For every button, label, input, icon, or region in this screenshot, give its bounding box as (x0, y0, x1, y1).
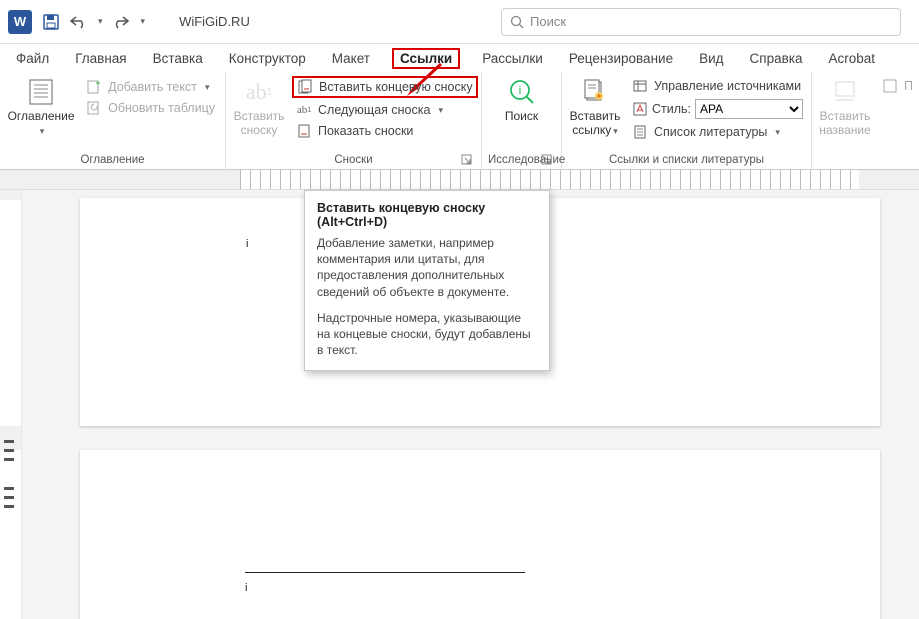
add-text-icon (86, 79, 102, 95)
page-break-indicator (4, 440, 14, 508)
vertical-ruler[interactable] (0, 190, 22, 619)
manage-sources-button[interactable]: Управление источниками (628, 77, 807, 95)
show-notes-button[interactable]: Показать сноски (292, 122, 478, 140)
dialog-launcher-icon[interactable] (541, 154, 553, 166)
group-label-captions (818, 152, 906, 169)
tab-home[interactable]: Главная (71, 49, 130, 68)
tab-review[interactable]: Рецензирование (565, 49, 677, 68)
chevron-down-icon: ▾ (613, 126, 618, 136)
insert-citation-icon (579, 76, 611, 108)
search-input[interactable]: Поиск (501, 8, 901, 36)
next-footnote-icon: ab1 (296, 102, 312, 118)
svg-text:i: i (518, 83, 521, 97)
style-icon (632, 101, 648, 117)
endnote-text-mark[interactable]: i (245, 582, 247, 594)
chevron-down-icon: ▾ (205, 82, 210, 93)
add-text-button[interactable]: Добавить текст ▾ (82, 78, 219, 96)
tab-references[interactable]: Ссылки (392, 48, 460, 69)
tab-help[interactable]: Справка (746, 49, 807, 68)
undo-icon[interactable] (68, 14, 88, 30)
tab-insert[interactable]: Вставка (149, 49, 207, 68)
tooltip-paragraph-2: Надстрочные номера, указывающие на конце… (317, 310, 537, 359)
tab-mailings[interactable]: Рассылки (478, 49, 547, 68)
word-app-icon: W (8, 10, 32, 34)
insert-footnote-button[interactable]: ab1 Вставить сноску (232, 74, 286, 140)
bibliography-icon (632, 124, 648, 140)
qat-customize-icon[interactable]: ▾ (141, 16, 146, 27)
tab-design[interactable]: Конструктор (225, 49, 310, 68)
toc-label: Оглавление (8, 109, 75, 123)
dialog-launcher-icon[interactable] (461, 154, 473, 166)
tab-view[interactable]: Вид (695, 49, 727, 68)
ribbon-tabs: Файл Главная Вставка Конструктор Макет С… (0, 44, 919, 72)
insert-caption-button[interactable]: Вставить название (818, 74, 872, 140)
show-notes-label: Показать сноски (318, 124, 413, 138)
manage-sources-icon (632, 78, 648, 94)
manage-sources-label: Управление источниками (654, 79, 801, 93)
search-icon (510, 15, 524, 29)
save-icon[interactable] (42, 13, 60, 31)
smart-lookup-button[interactable]: i Поиск (495, 74, 549, 126)
tooltip-insert-endnote: Вставить концевую сноску (Alt+Ctrl+D) До… (304, 190, 550, 371)
search-placeholder: Поиск (530, 14, 566, 29)
caption-icon (829, 76, 861, 108)
ribbon: Оглавление ▾ Добавить текст ▾ Обновить та… (0, 72, 919, 170)
insert-endnote-button[interactable]: Вставить концевую сноску (292, 76, 478, 98)
list-icon (882, 78, 898, 94)
next-footnote-label: Следующая сноска (318, 103, 430, 117)
tab-acrobat[interactable]: Acrobat (824, 49, 879, 68)
search-info-icon: i (506, 76, 538, 108)
tab-file[interactable]: Файл (12, 49, 53, 68)
insert-caption-label: Вставить название (819, 110, 871, 138)
citation-style-row: Стиль: APA (628, 98, 807, 120)
page-2[interactable]: i (80, 450, 880, 619)
insert-citation-button[interactable]: Вставить ссылку▾ (568, 74, 622, 140)
bibliography-button[interactable]: Список литературы ▾ (628, 123, 807, 141)
undo-dropdown-icon[interactable]: ▾ (98, 16, 103, 27)
citation-style-select[interactable]: APA (695, 99, 803, 119)
update-toc-button[interactable]: Обновить таблицу (82, 99, 219, 117)
document-title: WiFiGiD.RU (179, 14, 250, 29)
endnote-reference-mark[interactable]: i (246, 238, 248, 250)
toc-button[interactable]: Оглавление ▾ (6, 74, 76, 140)
group-label-citations: Ссылки и списки литературы (568, 152, 805, 169)
chevron-down-icon: ▾ (775, 127, 780, 138)
insert-endnote-label: Вставить концевую сноску (319, 80, 473, 94)
style-label: Стиль: (652, 102, 691, 116)
toc-icon (25, 76, 57, 108)
chevron-down-icon: ▾ (438, 105, 443, 116)
group-label-toc: Оглавление (6, 152, 219, 169)
add-text-label: Добавить текст (108, 80, 197, 94)
insert-footnote-icon: ab1 (243, 76, 275, 108)
group-label-research: Исследование (488, 154, 565, 166)
update-toc-label: Обновить таблицу (108, 101, 215, 115)
horizontal-ruler[interactable] (0, 170, 919, 190)
captions-extra-label: П (904, 79, 913, 93)
redo-icon[interactable] (111, 14, 131, 30)
tab-layout[interactable]: Макет (328, 49, 374, 68)
show-notes-icon (296, 123, 312, 139)
captions-extra-button[interactable]: П (878, 77, 917, 95)
chevron-down-icon: ▾ (40, 126, 45, 136)
next-footnote-button[interactable]: ab1 Следующая сноска ▾ (292, 101, 478, 119)
insert-footnote-label: Вставить сноску (234, 110, 285, 138)
tooltip-paragraph-1: Добавление заметки, например комментария… (317, 235, 537, 300)
group-label-footnotes: Сноски (334, 154, 372, 166)
insert-endnote-icon (297, 79, 313, 95)
smart-lookup-label: Поиск (505, 110, 538, 124)
update-icon (86, 100, 102, 116)
tooltip-title: Вставить концевую сноску (Alt+Ctrl+D) (317, 201, 537, 229)
endnote-separator (245, 572, 525, 573)
bibliography-label: Список литературы (654, 125, 767, 139)
